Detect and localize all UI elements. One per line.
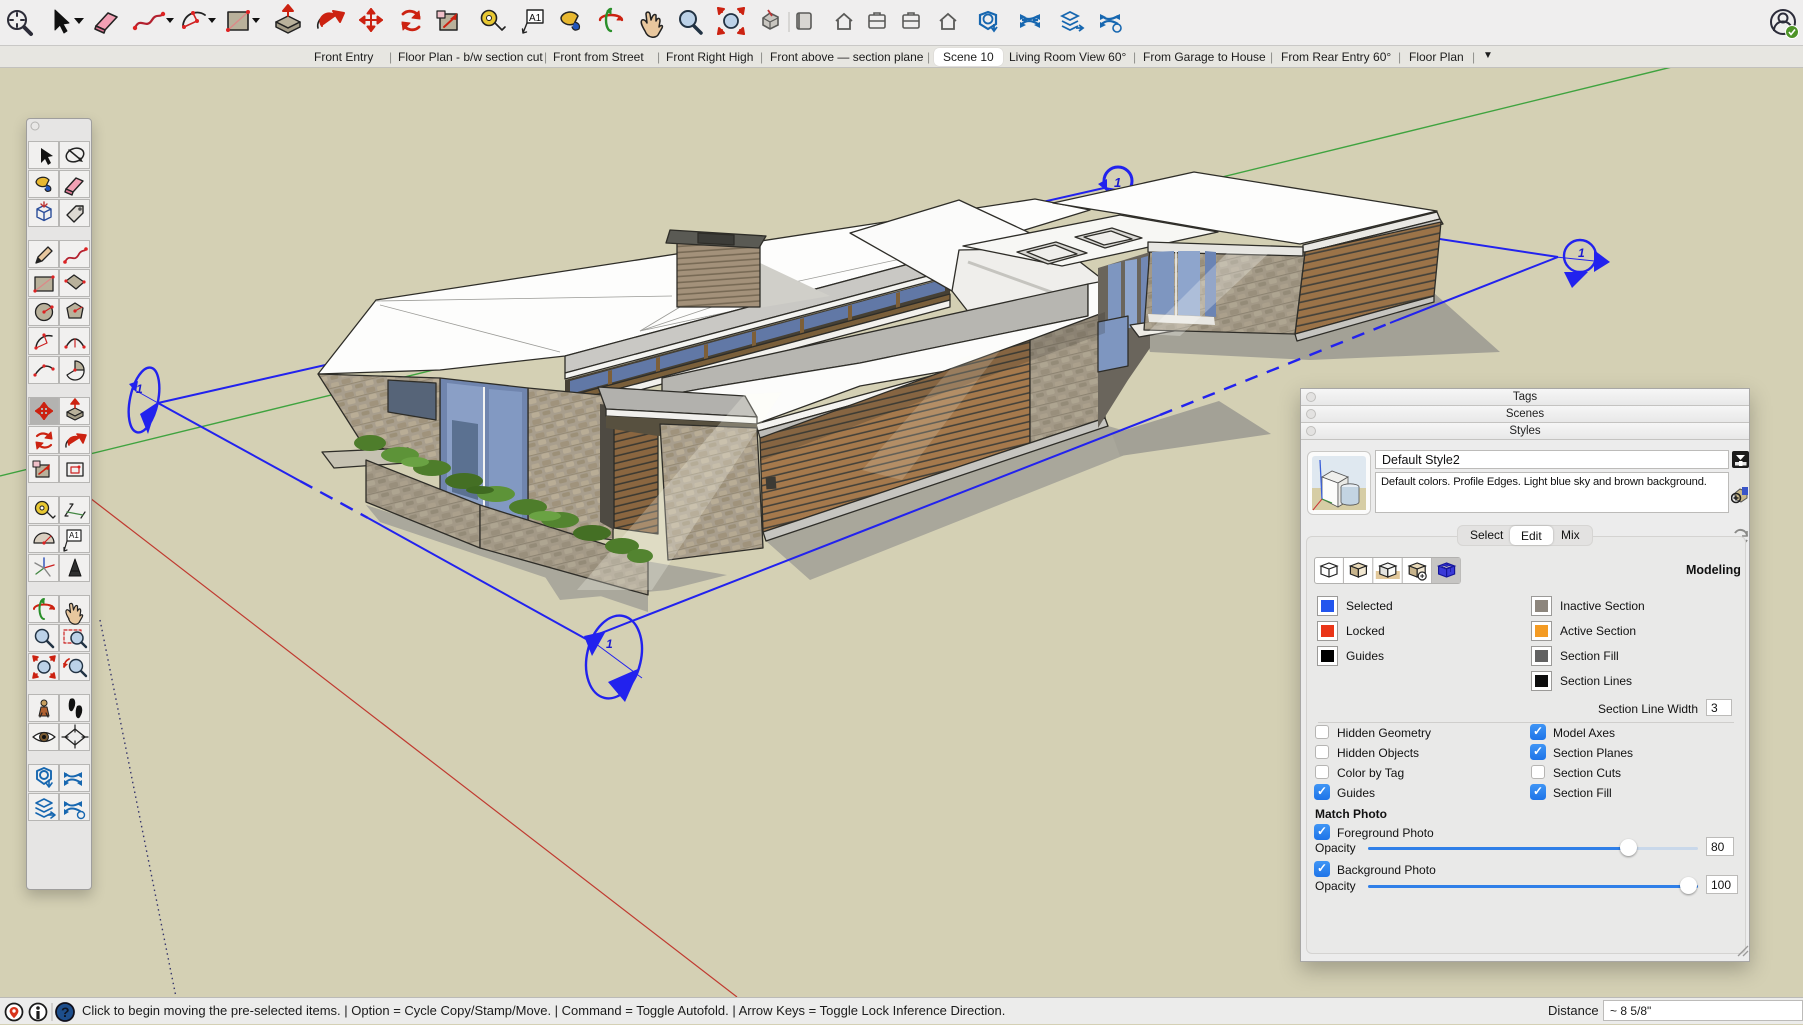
svg-text:A1: A1 <box>529 13 542 24</box>
svg-text:1: 1 <box>1114 175 1121 190</box>
svg-text:A1: A1 <box>69 531 79 540</box>
svg-text:1: 1 <box>1578 246 1585 260</box>
svg-text:?: ? <box>61 1004 70 1020</box>
svg-text:1: 1 <box>606 637 613 651</box>
svg-text:1: 1 <box>136 382 143 396</box>
